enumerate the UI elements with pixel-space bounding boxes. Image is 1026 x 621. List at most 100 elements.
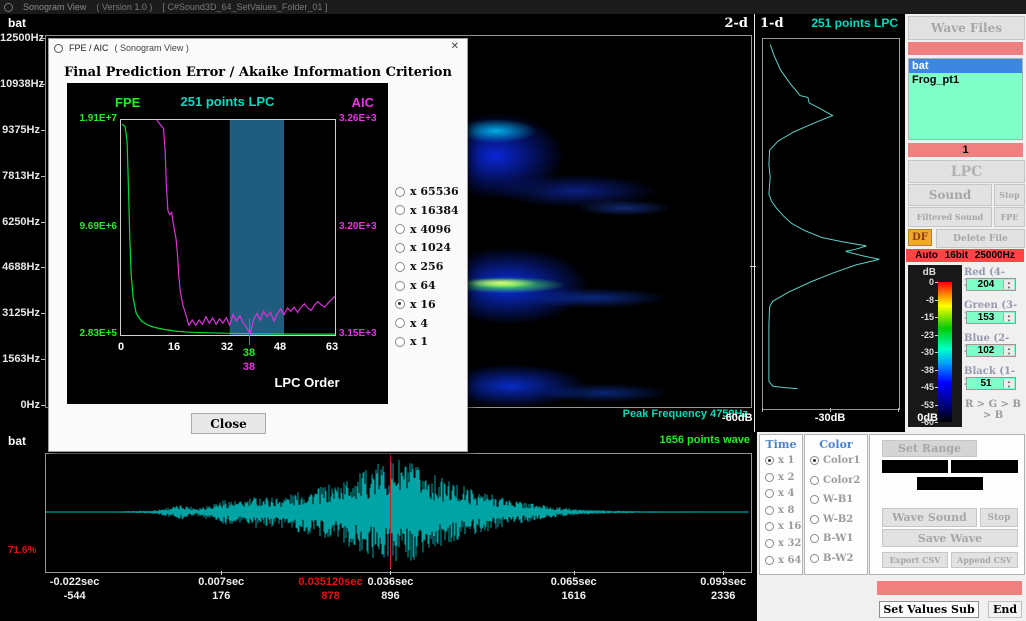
radio-icon[interactable] xyxy=(395,243,405,253)
radio-icon[interactable] xyxy=(765,522,774,531)
zoom-radio-option[interactable]: x 1024 xyxy=(395,241,451,254)
app-icon xyxy=(4,3,13,12)
radio-option[interactable]: Color1 xyxy=(810,455,860,466)
zoom-radio-option[interactable]: x 4096 xyxy=(395,223,451,236)
end-button[interactable]: End xyxy=(988,601,1022,618)
zoom-radio-option[interactable]: x 16 xyxy=(395,298,436,311)
dialog-close-button[interactable]: Close xyxy=(191,413,266,434)
lpc-button[interactable]: LPC xyxy=(908,160,1025,183)
dialog-titlebar[interactable]: FPE / AIC ( Sonogram View ) ✕ xyxy=(49,39,467,57)
set-range-button[interactable]: Set Range xyxy=(882,440,977,457)
colorbar-tick-label: -8 xyxy=(906,295,934,305)
marker-value-magenta: 38 xyxy=(235,361,263,373)
radio-icon[interactable] xyxy=(765,539,774,548)
save-wave-button[interactable]: Save Wave xyxy=(882,529,1018,547)
rgb-spinner[interactable]: ▲▼ xyxy=(1003,280,1014,289)
rgb-value-field[interactable]: 204▲▼ xyxy=(966,278,1016,291)
radio-icon[interactable] xyxy=(765,506,774,515)
spinner-down-icon[interactable]: ▼ xyxy=(1004,351,1014,356)
radio-icon[interactable] xyxy=(395,205,405,215)
freq-tick xyxy=(41,313,45,314)
zoom-radio-option[interactable]: x 256 xyxy=(395,260,443,273)
filtered-sound-button[interactable]: Filtered Sound xyxy=(908,207,992,227)
radio-icon[interactable] xyxy=(765,489,774,498)
range-value-field-3[interactable] xyxy=(917,477,983,490)
range-value-field-2[interactable] xyxy=(951,460,1018,473)
rgb-value-field[interactable]: 153▲▼ xyxy=(966,311,1016,324)
dialog-heading: Final Prediction Error / Akaike Informat… xyxy=(49,65,467,80)
append-csv-label: Append CSV xyxy=(957,555,1012,565)
rgb-spinner[interactable]: ▲▼ xyxy=(1003,313,1014,322)
rgb-spinner[interactable]: ▲▼ xyxy=(1003,379,1014,388)
delete-file-button[interactable]: Delete File xyxy=(936,229,1025,248)
radio-icon[interactable] xyxy=(395,337,405,347)
fpe-button[interactable]: FPE xyxy=(994,207,1025,227)
rgb-value-field[interactable]: 102▲▼ xyxy=(966,344,1016,357)
dialog-close-icon[interactable]: ✕ xyxy=(451,41,459,52)
zoom-radio-option[interactable]: x 16384 xyxy=(395,204,459,217)
spinner-down-icon[interactable]: ▼ xyxy=(1004,384,1014,389)
radio-option[interactable]: x 16 xyxy=(765,521,801,532)
time-axis-tick xyxy=(221,571,222,575)
wave-sound-button[interactable]: Wave Sound xyxy=(882,508,977,527)
radio-option[interactable]: x 8 xyxy=(765,505,794,516)
wave-file-list[interactable]: batFrog_pt1 xyxy=(908,58,1023,140)
spinner-down-icon[interactable]: ▼ xyxy=(1004,285,1014,290)
radio-icon[interactable] xyxy=(810,534,819,543)
radio-icon[interactable] xyxy=(810,554,819,563)
radio-icon[interactable] xyxy=(395,299,405,309)
waveform-cursor[interactable] xyxy=(390,454,391,570)
radio-option[interactable]: x 2 xyxy=(765,472,794,483)
radio-option[interactable]: x 32 xyxy=(765,538,801,549)
radio-icon[interactable] xyxy=(810,456,819,465)
spinner-down-icon[interactable]: ▼ xyxy=(1004,318,1014,323)
radio-icon[interactable] xyxy=(395,318,405,328)
radio-option[interactable]: B-W2 xyxy=(810,553,853,564)
save-wave-label: Save Wave xyxy=(918,532,982,545)
1d-plot[interactable] xyxy=(762,38,900,410)
radio-option[interactable]: x 1 xyxy=(765,455,794,466)
zoom-radio-option[interactable]: x 65536 xyxy=(395,185,459,198)
radio-icon[interactable] xyxy=(395,224,405,234)
wave-stop-button[interactable]: Stop xyxy=(980,508,1018,527)
colorbar-tick-label: -30 xyxy=(906,347,934,357)
os-titlebar[interactable]: Sonogram View ( Version 1.0 ) [ C#Sound3… xyxy=(0,0,1026,14)
append-csv-button[interactable]: Append CSV xyxy=(951,552,1018,568)
radio-label: Color2 xyxy=(823,475,860,486)
status-accent-bar xyxy=(877,581,1022,595)
wave-file-item[interactable]: Frog_pt1 xyxy=(909,73,1022,87)
set-values-sub-button[interactable]: Set Values Sub xyxy=(879,601,979,618)
radio-option[interactable]: x 64 xyxy=(765,555,801,566)
freq-tick xyxy=(41,405,45,406)
zoom-radio-option[interactable]: x 4 xyxy=(395,317,428,330)
radio-icon[interactable] xyxy=(395,281,405,291)
radio-label: B-W2 xyxy=(823,553,853,564)
rgb-spinner[interactable]: ▲▼ xyxy=(1003,346,1014,355)
sound-stop-button[interactable]: Stop xyxy=(994,184,1025,206)
zoom-radio-option[interactable]: x 1 xyxy=(395,335,428,348)
radio-icon[interactable] xyxy=(395,187,405,197)
rgb-value-field[interactable]: 51▲▼ xyxy=(966,377,1016,390)
radio-option[interactable]: W-B1 xyxy=(810,494,853,505)
radio-icon[interactable] xyxy=(765,456,774,465)
radio-icon[interactable] xyxy=(765,473,774,482)
lpc-count-field[interactable]: 1 xyxy=(908,143,1023,157)
sound-button[interactable]: Sound xyxy=(908,184,992,206)
radio-icon[interactable] xyxy=(810,515,819,524)
radio-option[interactable]: B-W1 xyxy=(810,533,853,544)
wave-files-button[interactable]: Wave Files xyxy=(908,16,1025,40)
radio-icon[interactable] xyxy=(765,556,774,565)
df-button[interactable]: DF xyxy=(908,229,932,246)
export-csv-button[interactable]: Export CSV xyxy=(882,552,948,568)
zoom-radio-option[interactable]: x 64 xyxy=(395,279,436,292)
wave-file-item[interactable]: bat xyxy=(909,59,1022,73)
radio-icon[interactable] xyxy=(810,476,819,485)
radio-icon[interactable] xyxy=(810,495,819,504)
radio-option[interactable]: x 4 xyxy=(765,488,794,499)
time-axis-sec-label: -0.022sec xyxy=(30,576,120,588)
radio-option[interactable]: W-B2 xyxy=(810,514,853,525)
range-value-field-1[interactable] xyxy=(882,460,948,473)
radio-option[interactable]: Color2 xyxy=(810,475,860,486)
waveform-canvas[interactable] xyxy=(45,453,752,573)
radio-icon[interactable] xyxy=(395,262,405,272)
